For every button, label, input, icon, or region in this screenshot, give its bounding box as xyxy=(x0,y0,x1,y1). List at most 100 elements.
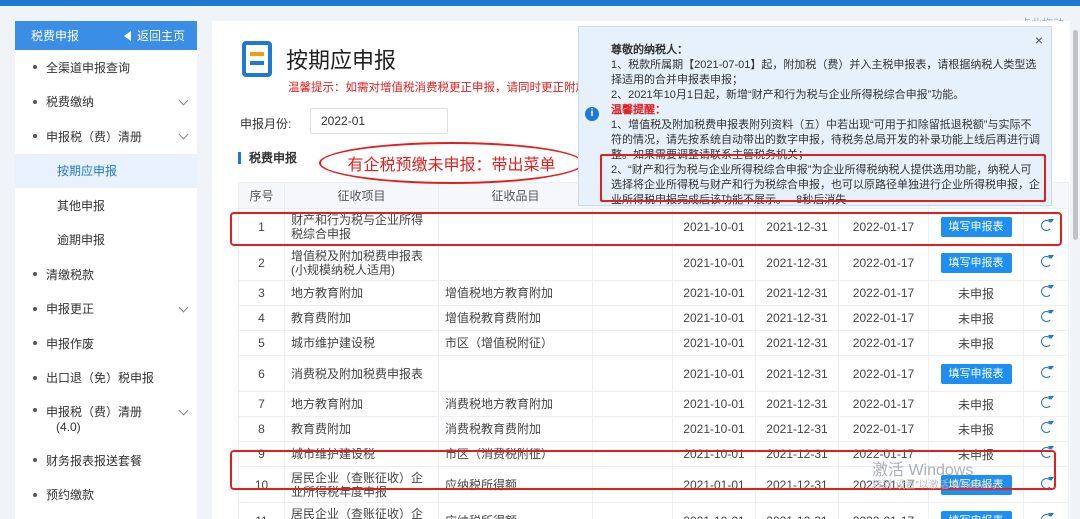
sidebar-item-4[interactable]: 其他申报 xyxy=(15,188,197,223)
refresh-icon[interactable] xyxy=(1040,335,1054,347)
notice-line-1: 1、税款所属期【2021-07-01】起，附加税（费）并入主税申报表，请根据纳税… xyxy=(611,59,1037,86)
status-cell: 填写申报表 xyxy=(928,502,1024,519)
blank-cell xyxy=(592,208,673,245)
sidebar-item-label: 其他申报 xyxy=(57,198,106,213)
period-end: 2021-12-31 xyxy=(755,305,839,331)
levy-subitem xyxy=(438,208,593,245)
sidebar-header: 税费申报 返回主页 xyxy=(15,21,197,50)
refresh-cell xyxy=(1023,355,1069,392)
sidebar-item-9[interactable]: 出口退（免）税申报 xyxy=(15,361,197,396)
sidebar-item-1[interactable]: 税费缴纳 xyxy=(15,85,197,120)
period-start: 2021-10-01 xyxy=(672,208,756,245)
fill-declaration-button[interactable]: 填写申报表 xyxy=(940,363,1012,384)
refresh-cell xyxy=(1023,466,1069,503)
levy-item: 增值税及附加税费申报表(小规模纳税人适用) xyxy=(284,244,439,281)
status-unfiled: 未申报 xyxy=(957,422,994,437)
sidebar-item-6[interactable]: 清缴税款 xyxy=(15,257,197,292)
levy-subitem: 应纳税所得额 xyxy=(438,466,593,503)
period-end: 2021-12-31 xyxy=(755,208,839,245)
sidebar-item-2[interactable]: 申报税（费）清册 xyxy=(15,119,197,154)
refresh-icon[interactable] xyxy=(1040,476,1054,489)
refresh-icon[interactable] xyxy=(1040,512,1054,519)
bullet-icon xyxy=(33,306,37,311)
sidebar-item-8[interactable]: 申报作废 xyxy=(15,326,197,361)
sidebar-item-label: 申报作废 xyxy=(46,336,95,351)
fill-declaration-button[interactable]: 填写申报表 xyxy=(940,252,1012,273)
column-header-2: 征收品目 xyxy=(438,182,593,209)
due-date: 2022-01-17 xyxy=(838,244,929,281)
levy-subitem: 消费税教育费附加 xyxy=(438,416,593,442)
status-unfiled: 未申报 xyxy=(957,311,994,326)
sidebar-item-0[interactable]: 全渠道申报查询 xyxy=(15,50,197,85)
notice-panel: × i 尊敬的纳税人： 1、税款所属期【2021-07-01】起，附加税（费）并… xyxy=(578,26,1052,206)
sidebar-item-5[interactable]: 逾期申报 xyxy=(15,223,197,258)
sidebar-item-10[interactable]: 申报税（费）清册 (4.0) xyxy=(15,395,197,443)
refresh-icon[interactable] xyxy=(1040,254,1054,267)
row-number: 10 xyxy=(238,466,285,503)
row-number: 2 xyxy=(238,244,285,281)
blank-cell xyxy=(592,416,673,442)
refresh-cell xyxy=(1023,441,1069,467)
back-home-label: 返回主页 xyxy=(136,29,185,43)
status-cell: 未申报 xyxy=(928,330,1024,356)
sidebar-item-7[interactable]: 申报更正 xyxy=(15,292,197,327)
info-icon: i xyxy=(585,107,599,121)
back-home-button[interactable]: 返回主页 xyxy=(123,27,185,44)
sidebar-item-3[interactable]: 按期应申报 xyxy=(15,153,197,188)
levy-subitem: 市区（增值税附征） xyxy=(438,330,593,356)
levy-subitem: 增值税教育费附加 xyxy=(438,305,593,331)
period-end: 2021-12-31 xyxy=(755,244,839,281)
levy-subitem: 应纳税所得额 xyxy=(438,502,593,519)
bullet-icon xyxy=(33,99,37,104)
period-end: 2021-12-31 xyxy=(755,502,839,519)
fill-declaration-button[interactable]: 填写申报表 xyxy=(940,216,1012,237)
sidebar-item-label: 预约缴款 xyxy=(46,488,95,503)
table-row: 8 教育费附加 消费税教育费附加 2021-10-01 2021-12-31 2022-0… xyxy=(238,416,1069,442)
blank-cell xyxy=(592,355,673,392)
refresh-icon[interactable] xyxy=(1040,310,1054,322)
row-number: 11 xyxy=(238,502,285,519)
period-start: 2021-10-01 xyxy=(672,416,756,442)
sidebar-item-11[interactable]: 财务报表报送套餐 xyxy=(15,443,197,478)
row-number: 8 xyxy=(238,416,285,442)
refresh-icon[interactable] xyxy=(1040,421,1054,433)
table-row: 5 城市维护建设税 市区（增值税附征） 2021-10-01 2021-12-31 202… xyxy=(238,330,1069,356)
period-start: 2021-10-01 xyxy=(672,330,756,356)
chevron-down-icon xyxy=(178,129,189,140)
month-picker[interactable]: 2022-01 xyxy=(310,108,448,134)
due-date: 2022-01-17 xyxy=(838,208,929,245)
refresh-icon[interactable] xyxy=(1040,396,1054,408)
notice-tip-2: 2、“财产和行为税与企业所得税综合申报”为企业所得税纳税人提供选用功能，纳税人可… xyxy=(611,163,1041,208)
period-start: 2021-10-01 xyxy=(672,502,756,519)
bullet-icon xyxy=(33,134,37,139)
windows-watermark-sub: 转到“设置”以激活 Windows。 xyxy=(872,480,1003,491)
sidebar-item-label: 全渠道申报查询 xyxy=(46,60,131,75)
levy-item: 教育费附加 xyxy=(284,305,439,331)
table-row: 7 地方教育附加 消费税地方教育附加 2021-10-01 2021-12-31 2022… xyxy=(238,391,1069,417)
refresh-icon[interactable] xyxy=(1040,446,1054,458)
sidebar-item-12[interactable]: 预约缴款 xyxy=(15,478,197,513)
status-unfiled: 未申报 xyxy=(957,286,994,301)
row-number: 3 xyxy=(238,280,285,306)
scrollbar[interactable] xyxy=(1073,30,1078,240)
bullet-icon xyxy=(33,341,37,346)
refresh-icon[interactable] xyxy=(1040,218,1054,231)
levy-item: 地方教育附加 xyxy=(284,391,439,417)
section-label: 税费申报 xyxy=(238,152,297,164)
period-end: 2021-12-31 xyxy=(755,355,839,392)
refresh-cell xyxy=(1023,416,1069,442)
row-number: 7 xyxy=(238,391,285,417)
levy-item: 消费税及附加税费申报表 xyxy=(284,355,439,392)
refresh-icon[interactable] xyxy=(1040,365,1054,378)
notice-countdown: 8秒后消失 xyxy=(796,194,847,206)
status-unfiled: 未申报 xyxy=(957,397,994,412)
bullet-icon xyxy=(33,492,37,497)
refresh-icon[interactable] xyxy=(1040,285,1054,297)
levy-item: 居民企业（查账征收）企业所得税年度申报 xyxy=(284,466,439,503)
period-end: 2021-12-31 xyxy=(755,441,839,467)
due-date: 2022-01-17 xyxy=(838,355,929,392)
fill-declaration-button[interactable]: 填写申报表 xyxy=(940,510,1012,519)
sidebar-item-label: 税费缴纳 xyxy=(46,95,95,110)
due-date: 2022-01-17 xyxy=(838,416,929,442)
row-number: 1 xyxy=(238,208,285,245)
